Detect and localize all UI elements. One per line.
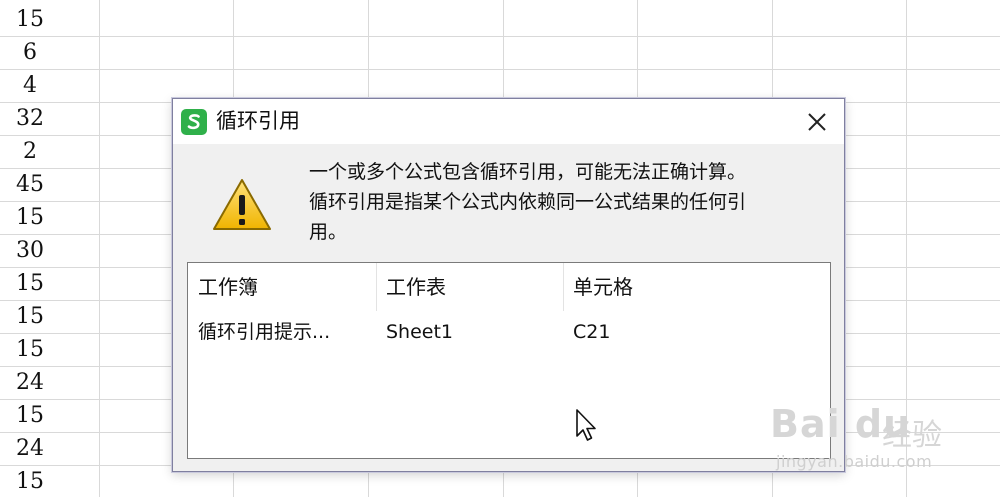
sheet-cell[interactable]: 15 — [0, 465, 60, 498]
message-line: 一个或多个公式包含循环引用，可能无法正确计算。 — [309, 161, 747, 183]
column-header-cell[interactable]: 单元格 — [563, 263, 830, 311]
circular-reference-dialog: 循环引用 一个或多个公式包含循环引用，可能无法正确计算。 循环引用是指某个公式内… — [172, 98, 845, 472]
warning-icon — [211, 177, 273, 233]
watermark-product: 经验 — [882, 418, 942, 453]
dialog-title: 循环引用 — [216, 109, 300, 133]
wps-spreadsheet-icon — [181, 109, 207, 135]
sheet-cell[interactable]: 24 — [0, 432, 60, 465]
grid-line — [0, 36, 1000, 37]
message-line: 循环引用是指某个公式内依赖同一公式结果的任何引 — [309, 191, 747, 213]
cell-worksheet: Sheet1 — [386, 321, 454, 343]
close-icon — [808, 113, 826, 131]
sheet-cell[interactable]: 15 — [0, 3, 60, 36]
list-header: 工作簿 工作表 单元格 — [188, 263, 830, 311]
cell-reference: C21 — [573, 321, 611, 343]
grid-line — [0, 69, 1000, 70]
sheet-cell[interactable]: 15 — [0, 267, 60, 300]
sheet-cell[interactable]: 32 — [0, 102, 60, 135]
circular-reference-list[interactable]: 工作簿 工作表 单元格 循环引用提示... Sheet1 C21 — [187, 262, 831, 459]
sheet-cell[interactable]: 15 — [0, 201, 60, 234]
mouse-pointer-icon — [575, 408, 599, 444]
watermark-url: jingyan.baidu.com — [776, 452, 933, 471]
sheet-cell[interactable]: 4 — [0, 69, 60, 102]
dialog-titlebar[interactable]: 循环引用 — [173, 99, 844, 144]
sheet-cell[interactable]: 24 — [0, 366, 60, 399]
cell-workbook: 循环引用提示... — [198, 321, 331, 343]
dialog-message: 一个或多个公式包含循环引用，可能无法正确计算。 循环引用是指某个公式内依赖同一公… — [309, 157, 834, 247]
column-header-worksheet[interactable]: 工作表 — [376, 263, 563, 311]
baidu-jingyan-watermark: Bai du 经验 jingyan.baidu.com — [770, 392, 990, 482]
sheet-cell[interactable]: 30 — [0, 234, 60, 267]
sheet-cell[interactable]: 15 — [0, 333, 60, 366]
sheet-cell[interactable]: 45 — [0, 168, 60, 201]
sheet-cell[interactable]: 15 — [0, 300, 60, 333]
sheet-cell[interactable]: 2 — [0, 135, 60, 168]
grid-line — [99, 0, 100, 497]
column-header-workbook[interactable]: 工作簿 — [188, 263, 376, 311]
close-button[interactable] — [802, 107, 832, 137]
message-line: 用。 — [309, 221, 348, 243]
sheet-cell[interactable]: 15 — [0, 399, 60, 432]
sheet-cell[interactable]: 6 — [0, 36, 60, 69]
list-item[interactable]: 循环引用提示... Sheet1 C21 — [188, 311, 830, 353]
